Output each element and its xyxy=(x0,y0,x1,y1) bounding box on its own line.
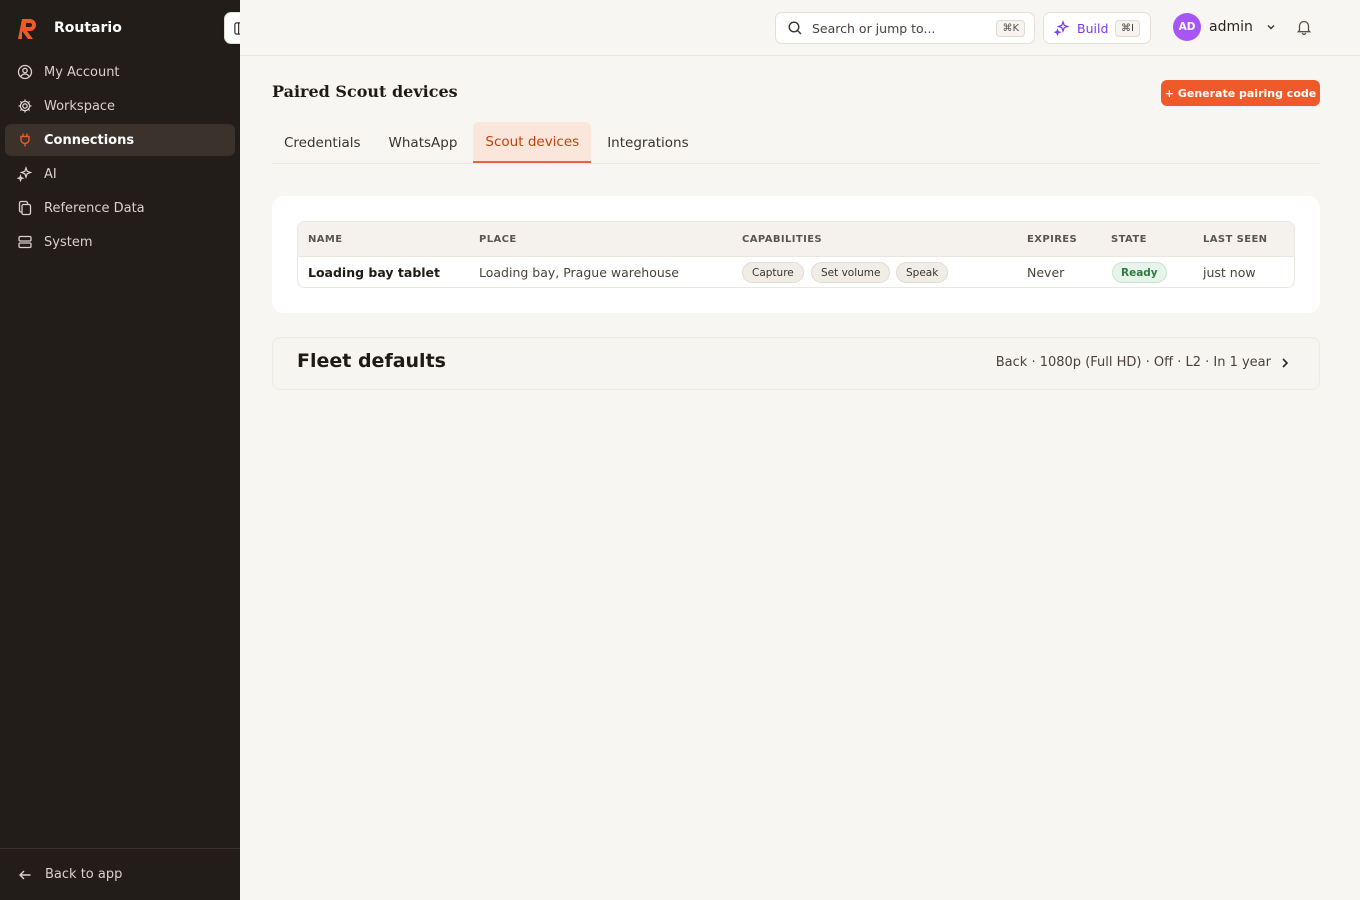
tab-integrations[interactable]: Integrations xyxy=(595,122,700,163)
capability-pill: Speak xyxy=(896,262,949,283)
plug-icon xyxy=(20,133,30,147)
fleet-defaults-summary: Back · 1080p (Full HD) · Off · L2 · In 1… xyxy=(995,355,1271,370)
gear-icon xyxy=(18,99,32,113)
user-circle-icon xyxy=(17,64,33,80)
sidebar-item-label: Workspace xyxy=(44,98,116,114)
build-shortcut: ⌘I xyxy=(1115,20,1140,37)
column-header-capabilities: CAPABILITIES xyxy=(742,234,823,245)
user-menu[interactable]: AD admin xyxy=(1173,13,1277,41)
device-last-seen: just now xyxy=(1203,265,1256,280)
tab-credentials[interactable]: Credentials xyxy=(272,122,373,163)
sparkles-icon xyxy=(17,166,33,182)
sidebar-item-label: Connections xyxy=(44,132,135,148)
sidebar-item-system[interactable]: System xyxy=(5,226,235,258)
sidebar-item-ai[interactable]: AI xyxy=(5,158,235,190)
capability-pill: Capture xyxy=(742,262,804,283)
column-header-place: PLACE xyxy=(479,234,517,245)
device-expires: Never xyxy=(1027,265,1065,280)
brand[interactable]: Routario xyxy=(18,16,122,40)
column-header-last-seen: LAST SEEN xyxy=(1203,234,1268,245)
topbar: Search or jump to... ⌘K Build ⌘I AD admi… xyxy=(240,0,1360,56)
device-name: Loading bay tablet xyxy=(308,265,441,280)
fleet-defaults-row[interactable]: Fleet defaults Back · 1080p (Full HD) · … xyxy=(272,337,1320,390)
sidebar-item-connections[interactable]: Connections xyxy=(5,124,235,156)
copy-icon xyxy=(18,200,32,216)
devices-card: NAME PLACE CAPABILITIES EXPIRES STATE LA… xyxy=(272,196,1320,313)
column-header-expires: EXPIRES xyxy=(1027,234,1078,245)
brand-name: Routario xyxy=(54,20,122,36)
build-label: Build xyxy=(1077,20,1109,36)
devices-table: NAME PLACE CAPABILITIES EXPIRES STATE LA… xyxy=(297,221,1295,288)
back-to-app-link[interactable]: Back to app xyxy=(0,848,240,900)
generate-pairing-code-button[interactable]: + Generate pairing code xyxy=(1161,80,1320,106)
tab-bar: Credentials WhatsApp Scout devices Integ… xyxy=(272,122,1320,164)
bell-icon[interactable] xyxy=(1295,18,1313,36)
device-place: Loading bay, Prague warehouse xyxy=(479,265,679,280)
search-placeholder: Search or jump to... xyxy=(812,20,936,36)
sidebar-item-reference-data[interactable]: Reference Data xyxy=(5,192,235,224)
table-row[interactable]: Loading bay tablet Loading bay, Prague w… xyxy=(298,257,1294,287)
avatar: AD xyxy=(1173,13,1201,41)
chevron-down-icon xyxy=(1267,25,1275,30)
table-header: NAME PLACE CAPABILITIES EXPIRES STATE LA… xyxy=(298,222,1294,257)
user-name: admin xyxy=(1209,19,1253,35)
column-header-state: STATE xyxy=(1111,234,1147,245)
build-button[interactable]: Build ⌘I xyxy=(1043,12,1151,44)
sidebar-nav: My Account Workspace Connections AI Refe… xyxy=(5,56,235,260)
search-shortcut: ⌘K xyxy=(996,20,1025,37)
sidebar-item-my-account[interactable]: My Account xyxy=(5,56,235,88)
capability-pill: Set volume xyxy=(811,262,891,283)
sidebar-item-label: My Account xyxy=(44,64,120,80)
server-icon xyxy=(18,235,32,249)
arrow-left-icon xyxy=(19,870,31,879)
search-input[interactable]: Search or jump to... ⌘K xyxy=(775,12,1035,44)
sidebar: Routario My Account Workspace Connection… xyxy=(0,0,240,900)
tab-whatsapp[interactable]: WhatsApp xyxy=(377,122,470,163)
sidebar-item-workspace[interactable]: Workspace xyxy=(5,90,235,122)
routario-logo-icon xyxy=(18,19,36,39)
status-badge: Ready xyxy=(1112,262,1167,283)
chevron-right-icon xyxy=(1282,358,1289,368)
sidebar-item-label: AI xyxy=(44,166,57,182)
page-title: Paired Scout devices xyxy=(272,82,458,101)
tab-scout-devices[interactable]: Scout devices xyxy=(473,122,592,163)
back-to-app-label: Back to app xyxy=(45,867,123,882)
fleet-defaults-title: Fleet defaults xyxy=(297,350,446,372)
sidebar-item-label: System xyxy=(44,234,93,250)
column-header-name: NAME xyxy=(308,234,343,245)
sparkles-icon xyxy=(1054,20,1070,36)
sidebar-item-label: Reference Data xyxy=(44,200,145,216)
search-icon xyxy=(788,21,802,35)
